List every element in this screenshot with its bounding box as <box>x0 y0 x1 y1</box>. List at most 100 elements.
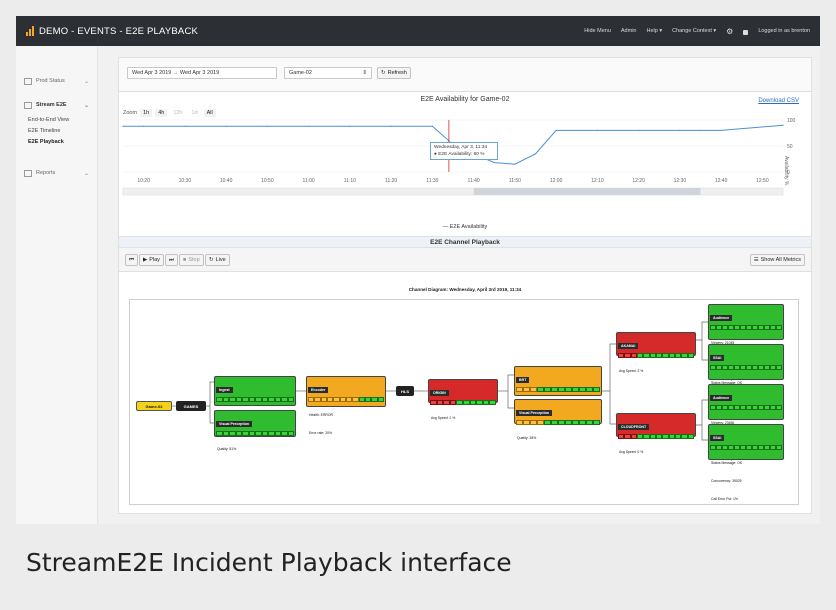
chevron-down-icon: ⌄ <box>83 170 89 177</box>
channel-select[interactable]: Game-02 ⇕ <box>284 67 372 79</box>
bar-chart-icon <box>24 169 32 177</box>
cloudfront-node[interactable]: CLOUDFRONT Avg Speed: 0 % <box>616 413 696 454</box>
live-label: Live <box>215 257 226 263</box>
sidebar-item-end-to-end-view[interactable]: End-to-End View <box>16 115 97 126</box>
data-point[interactable] <box>122 125 124 127</box>
health-meter <box>216 431 294 436</box>
data-point[interactable] <box>308 125 310 127</box>
chart-title: E2E Availability for Game-02 <box>420 96 510 103</box>
skip-back-button[interactable]: ⏮ <box>125 254 138 266</box>
change-context-menu[interactable]: Change Context ▾ <box>672 28 716 34</box>
data-point[interactable] <box>493 162 495 164</box>
date-range-input[interactable]: Wed Apr 3 2019 → Wed Apr 3 2019 <box>127 67 277 79</box>
audience-node-2[interactable]: Audience Viewers: 23456 Buffer Ratio: 28… <box>708 384 784 461</box>
stop-button[interactable]: ■ Stop <box>179 254 204 266</box>
node-metric: Concurrency: 39025 <box>710 479 743 483</box>
tooltip-date: Wednesday, Apr 3, 11:34 <box>434 145 488 150</box>
show-all-metrics-button[interactable]: ☰ Show All Metrics <box>749 254 805 266</box>
chevron-down-icon: ⌄ <box>83 78 89 85</box>
x-tick-label: 11:10 <box>344 178 356 184</box>
x-tick-label: 11:00 <box>303 178 315 184</box>
download-csv-link[interactable]: Download CSV <box>758 98 799 104</box>
data-point[interactable] <box>514 163 516 165</box>
sidebar-item-e2e-timeline[interactable]: E2E Timeline <box>16 126 97 137</box>
node-metric: Status Message: OK <box>710 461 744 465</box>
health-meter <box>308 397 384 402</box>
data-point[interactable] <box>699 129 702 131</box>
app-brand[interactable]: DEMO - EVENTS - E2E PLAYBACK <box>16 26 198 37</box>
figure-caption: StreamE2E Incident Playback interface <box>26 548 512 577</box>
hide-menu-link[interactable]: Hide Menu <box>584 28 611 34</box>
list-icon: ☰ <box>753 257 759 263</box>
data-point[interactable] <box>390 125 392 127</box>
hls-node[interactable]: HLS <box>396 386 414 396</box>
encoder-node[interactable]: Encoder Health: ERROR Error rate: 20% <box>306 376 386 435</box>
health-meter <box>710 325 782 330</box>
gear-icon[interactable]: ⚙ <box>726 27 733 36</box>
x-tick-label: 12:50 <box>756 178 769 184</box>
origin-node[interactable]: ORIGIN Avg Speed: 2 % <box>428 379 498 420</box>
ssai-node-1[interactable]: SSAI Status Message: OK Concurrency: 170… <box>708 344 784 421</box>
help-menu[interactable]: Help ▾ <box>646 28 662 34</box>
data-point[interactable] <box>225 125 227 127</box>
audience-node-1[interactable]: Audience Viewers: 21045 Buffer Ratio: 31… <box>708 304 784 381</box>
logged-in-user: Logged in as brenton <box>758 28 810 34</box>
health-meter <box>618 353 694 358</box>
skip-forward-button[interactable]: ⏭ <box>165 254 178 266</box>
visual-perception-node-2[interactable]: Visual Perception Quality: 38% <box>514 399 602 440</box>
sidebar-section-label: Reports <box>36 170 56 176</box>
app-title: DEMO - EVENTS - E2E PLAYBACK <box>39 25 199 37</box>
node-title: Audience <box>710 395 733 401</box>
data-point[interactable] <box>143 125 145 127</box>
data-point[interactable] <box>184 125 186 127</box>
refresh-button[interactable]: ↻ Refresh <box>377 67 411 79</box>
node-title: AKAMAI <box>618 343 639 349</box>
playback-toolbar: ⏮ ▶ Play ⏭ ■ Stop ↻ Live ☰ Show All Metr… <box>119 248 811 272</box>
health-meter <box>710 405 782 410</box>
skip-back-icon: ⏮ <box>129 257 134 263</box>
data-point[interactable] <box>638 129 640 131</box>
health-meter <box>430 400 496 405</box>
play-button[interactable]: ▶ Play <box>139 254 164 266</box>
refresh-icon: ↻ <box>381 70 386 76</box>
visual-perception-node-1[interactable]: Visual Perception Quality: 81% <box>214 410 296 451</box>
ssai-node-2[interactable]: SSAI Status Message: OK Concurrency: 390… <box>708 424 784 501</box>
playback-title: E2E Channel Playback <box>119 236 811 248</box>
data-point[interactable] <box>266 125 268 127</box>
ingest-node[interactable]: Ingest Health: GOOD Status Message: No p… <box>214 376 296 435</box>
lock-icon[interactable] <box>743 29 749 35</box>
data-point[interactable] <box>349 125 351 127</box>
data-point[interactable] <box>720 129 722 131</box>
data-point[interactable] <box>534 153 537 155</box>
sidebar-section-stream-e2e[interactable]: Stream E2E ⌄ <box>16 98 97 112</box>
x-tick-label: 11:20 <box>385 178 397 184</box>
x-tick-label: 10:30 <box>179 178 192 184</box>
health-meter <box>516 420 600 425</box>
node-metric: Avg Speed: 0 % <box>618 450 645 454</box>
node-title: ORIGIN <box>430 390 449 396</box>
brt-node[interactable]: BRT Akamai: 50% Cloudfront: 50 % <box>514 366 602 425</box>
navigator-thumb[interactable] <box>473 188 701 195</box>
play-label: Play <box>149 257 160 263</box>
sidebar-item-e2e-playback[interactable]: E2E Playback <box>16 137 97 148</box>
health-meter <box>710 365 782 370</box>
live-button[interactable]: ↻ Live <box>205 254 230 266</box>
sidebar-section-reports[interactable]: Reports ⌄ <box>16 166 97 180</box>
sidebar-section-prod-status[interactable]: Prod Status ⌄ <box>16 74 97 88</box>
x-tick-label: 11:30 <box>426 178 438 184</box>
games-node[interactable]: GAMES <box>176 401 206 411</box>
top-nav: Hide Menu Admin Help ▾ Change Context ▾ … <box>584 27 820 36</box>
data-point[interactable] <box>782 124 784 126</box>
node-title: SSAI <box>710 355 725 361</box>
chart-legend[interactable]: — E2E Availability <box>119 224 811 230</box>
data-point[interactable] <box>555 129 557 131</box>
availability-chart[interactable]: 05010010:20 10:30 10:40 10:50 11:00 11:10 11:2… <box>119 116 811 224</box>
game-node[interactable]: Game-02 <box>136 401 172 411</box>
data-point[interactable] <box>431 125 433 127</box>
akamai-node[interactable]: AKAMAI Avg Speed: 2 % <box>616 332 696 373</box>
admin-link[interactable]: Admin <box>621 28 637 34</box>
app-window: DEMO - EVENTS - E2E PLAYBACK Hide Menu A… <box>16 16 820 524</box>
node-title: Visual Perception <box>216 421 253 427</box>
data-point[interactable] <box>596 129 598 131</box>
data-point[interactable] <box>679 129 681 131</box>
